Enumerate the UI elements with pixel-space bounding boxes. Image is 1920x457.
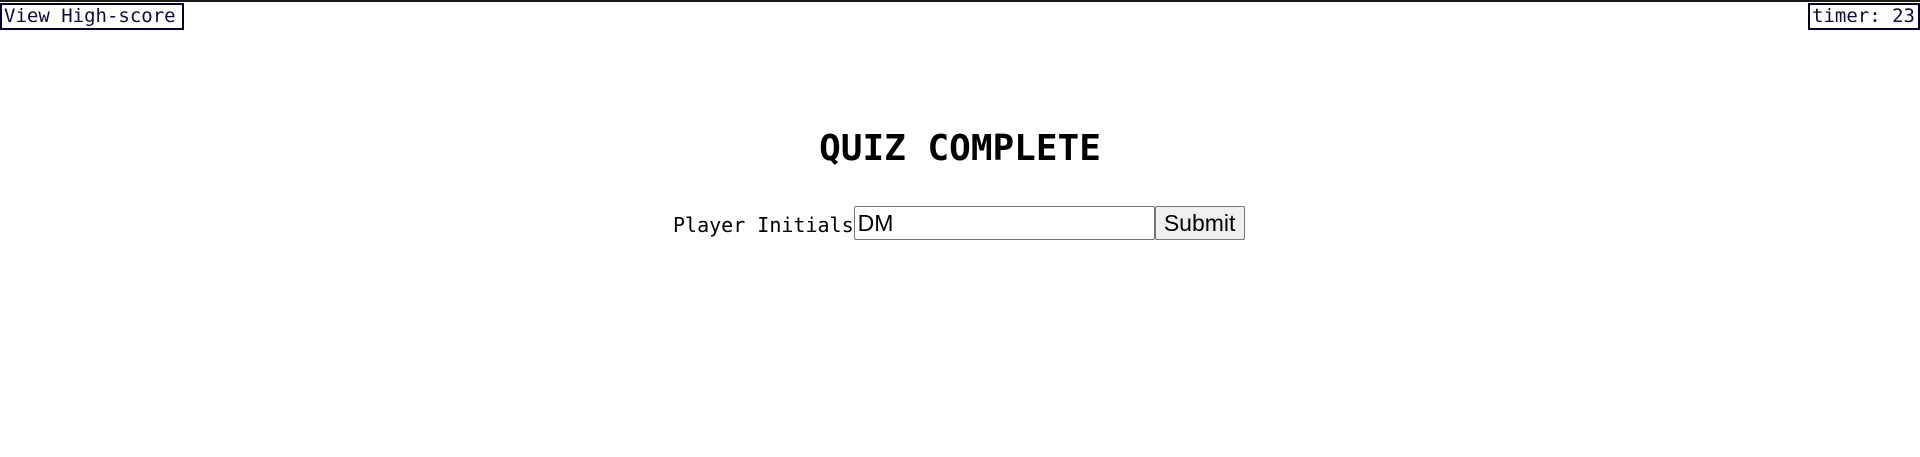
view-highscore-link[interactable]: View High-score (0, 3, 184, 30)
player-initials-input[interactable] (853, 206, 1155, 240)
submit-button[interactable]: Submit (1154, 206, 1245, 240)
top-border-line (0, 0, 1920, 2)
page-title: QUIZ COMPLETE (819, 128, 1101, 169)
initials-form: Player Initials Submit (673, 206, 1245, 240)
timer-display: timer: 23 (1808, 3, 1920, 30)
player-initials-label: Player Initials (673, 213, 854, 237)
